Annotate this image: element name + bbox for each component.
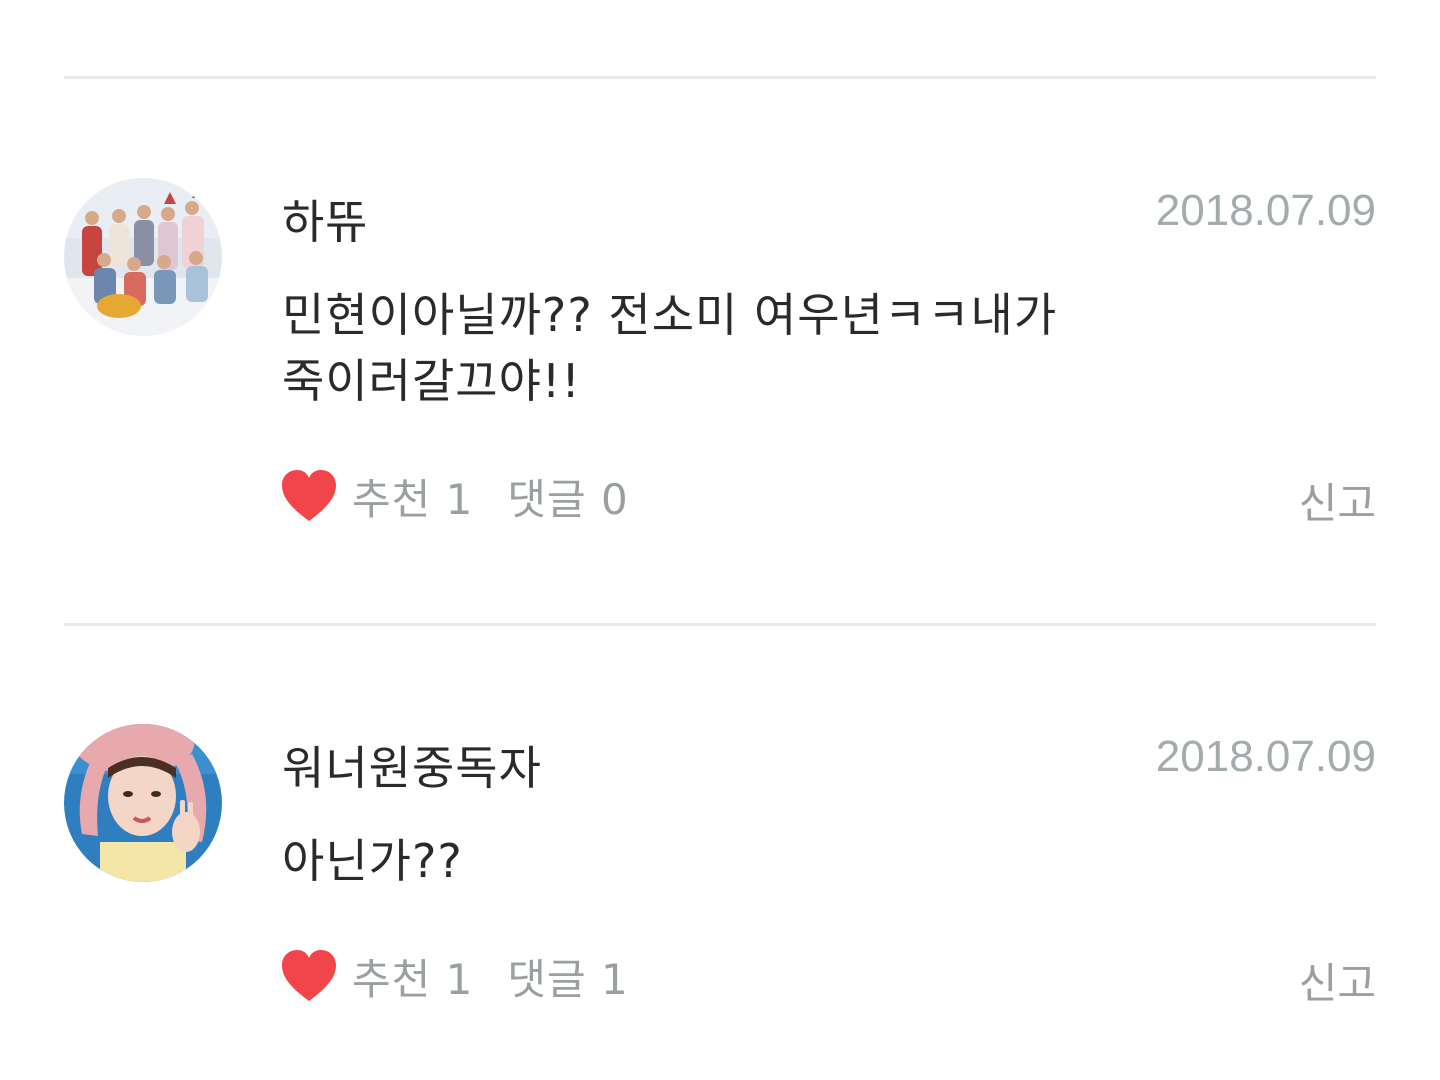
comment-date: 2018.07.09: [1155, 186, 1376, 235]
avatar-image-group-photo: [64, 178, 222, 336]
divider-middle: [64, 623, 1376, 626]
comment-date: 2018.07.09: [1155, 732, 1376, 781]
comment-actions: 추천 1 댓글 0: [280, 466, 629, 526]
comment-body-line: 민현이아닐까?? 전소미 여우년ㅋㅋ내가: [282, 288, 1058, 342]
divider-top: [64, 76, 1376, 79]
comment-author[interactable]: 워너원중독자: [282, 732, 542, 798]
reply-count[interactable]: 댓글 0: [507, 466, 628, 527]
report-button[interactable]: 신고: [1299, 470, 1376, 531]
heart-icon[interactable]: [280, 469, 338, 523]
heart-icon[interactable]: [280, 949, 338, 1003]
comment-body: 민현이아닐까?? 전소미 여우년ㅋㅋ내가 죽이러갈끄야!!: [282, 282, 1182, 414]
comment-actions: 추천 1 댓글 1: [280, 946, 629, 1006]
avatar[interactable]: [64, 178, 222, 336]
comment-body-line: 죽이러갈끄야!!: [282, 354, 581, 408]
like-count[interactable]: 추천 1: [352, 946, 473, 1007]
comment-body: 아닌가??: [282, 828, 1182, 894]
comment-body-line: 아닌가??: [282, 834, 463, 888]
avatar-image-portrait: [64, 724, 222, 882]
avatar[interactable]: [64, 724, 222, 882]
comment-author[interactable]: 하뜌: [282, 186, 369, 252]
like-count[interactable]: 추천 1: [352, 466, 473, 527]
reply-count[interactable]: 댓글 1: [507, 946, 628, 1007]
report-button[interactable]: 신고: [1299, 950, 1376, 1011]
